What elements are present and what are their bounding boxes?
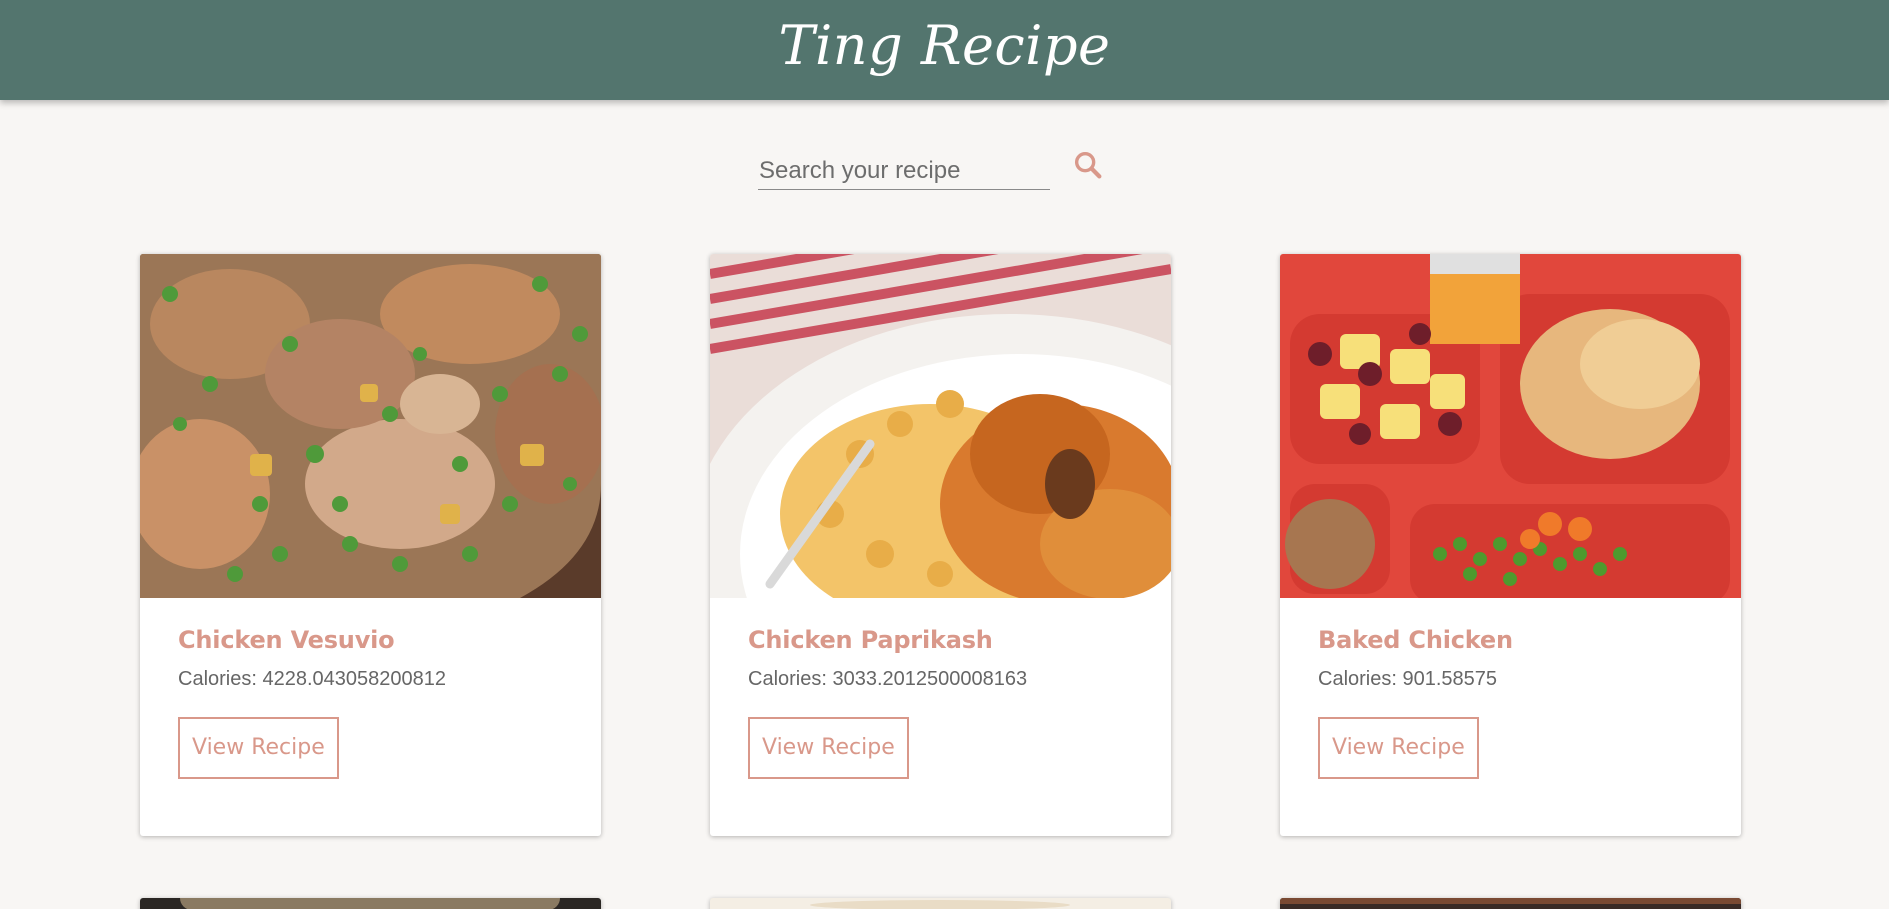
- recipe-image-chicken-paprikash: [710, 254, 1171, 598]
- view-recipe-button[interactable]: View Recipe: [1318, 717, 1479, 779]
- view-recipe-button[interactable]: View Recipe: [748, 717, 909, 779]
- recipe-card-4-partial: [140, 898, 601, 909]
- recipe-card-3: Baked Chicken Calories: 901.58575 View R…: [1280, 254, 1741, 836]
- recipe-title: Chicken Paprikash: [748, 626, 993, 654]
- search-button[interactable]: [1070, 148, 1106, 184]
- search-input[interactable]: [758, 152, 1050, 190]
- app-header: Ting Recipe: [0, 0, 1889, 100]
- recipe-calories: Calories: 3033.2012500008163: [748, 668, 1028, 690]
- app-title: Ting Recipe: [778, 13, 1111, 77]
- recipe-card-5-partial: [710, 898, 1171, 909]
- search-icon: [1074, 151, 1102, 179]
- recipe-card-6-partial: [1280, 898, 1741, 909]
- recipe-image-chicken-vesuvio: [140, 254, 601, 598]
- recipe-calories: Calories: 4228.043058200812: [178, 668, 446, 690]
- recipe-card-2: Chicken Paprikash Calories: 3033.2012500…: [710, 254, 1171, 836]
- recipe-card-1: Chicken Vesuvio Calories: 4228.043058200…: [140, 254, 601, 836]
- recipe-image-baked-chicken: [1280, 254, 1741, 598]
- recipe-calories: Calories: 901.58575: [1318, 668, 1498, 690]
- search-bar: [758, 148, 1102, 198]
- recipe-title: Chicken Vesuvio: [178, 626, 395, 654]
- view-recipe-button[interactable]: View Recipe: [178, 717, 339, 779]
- recipe-title: Baked Chicken: [1318, 626, 1513, 654]
